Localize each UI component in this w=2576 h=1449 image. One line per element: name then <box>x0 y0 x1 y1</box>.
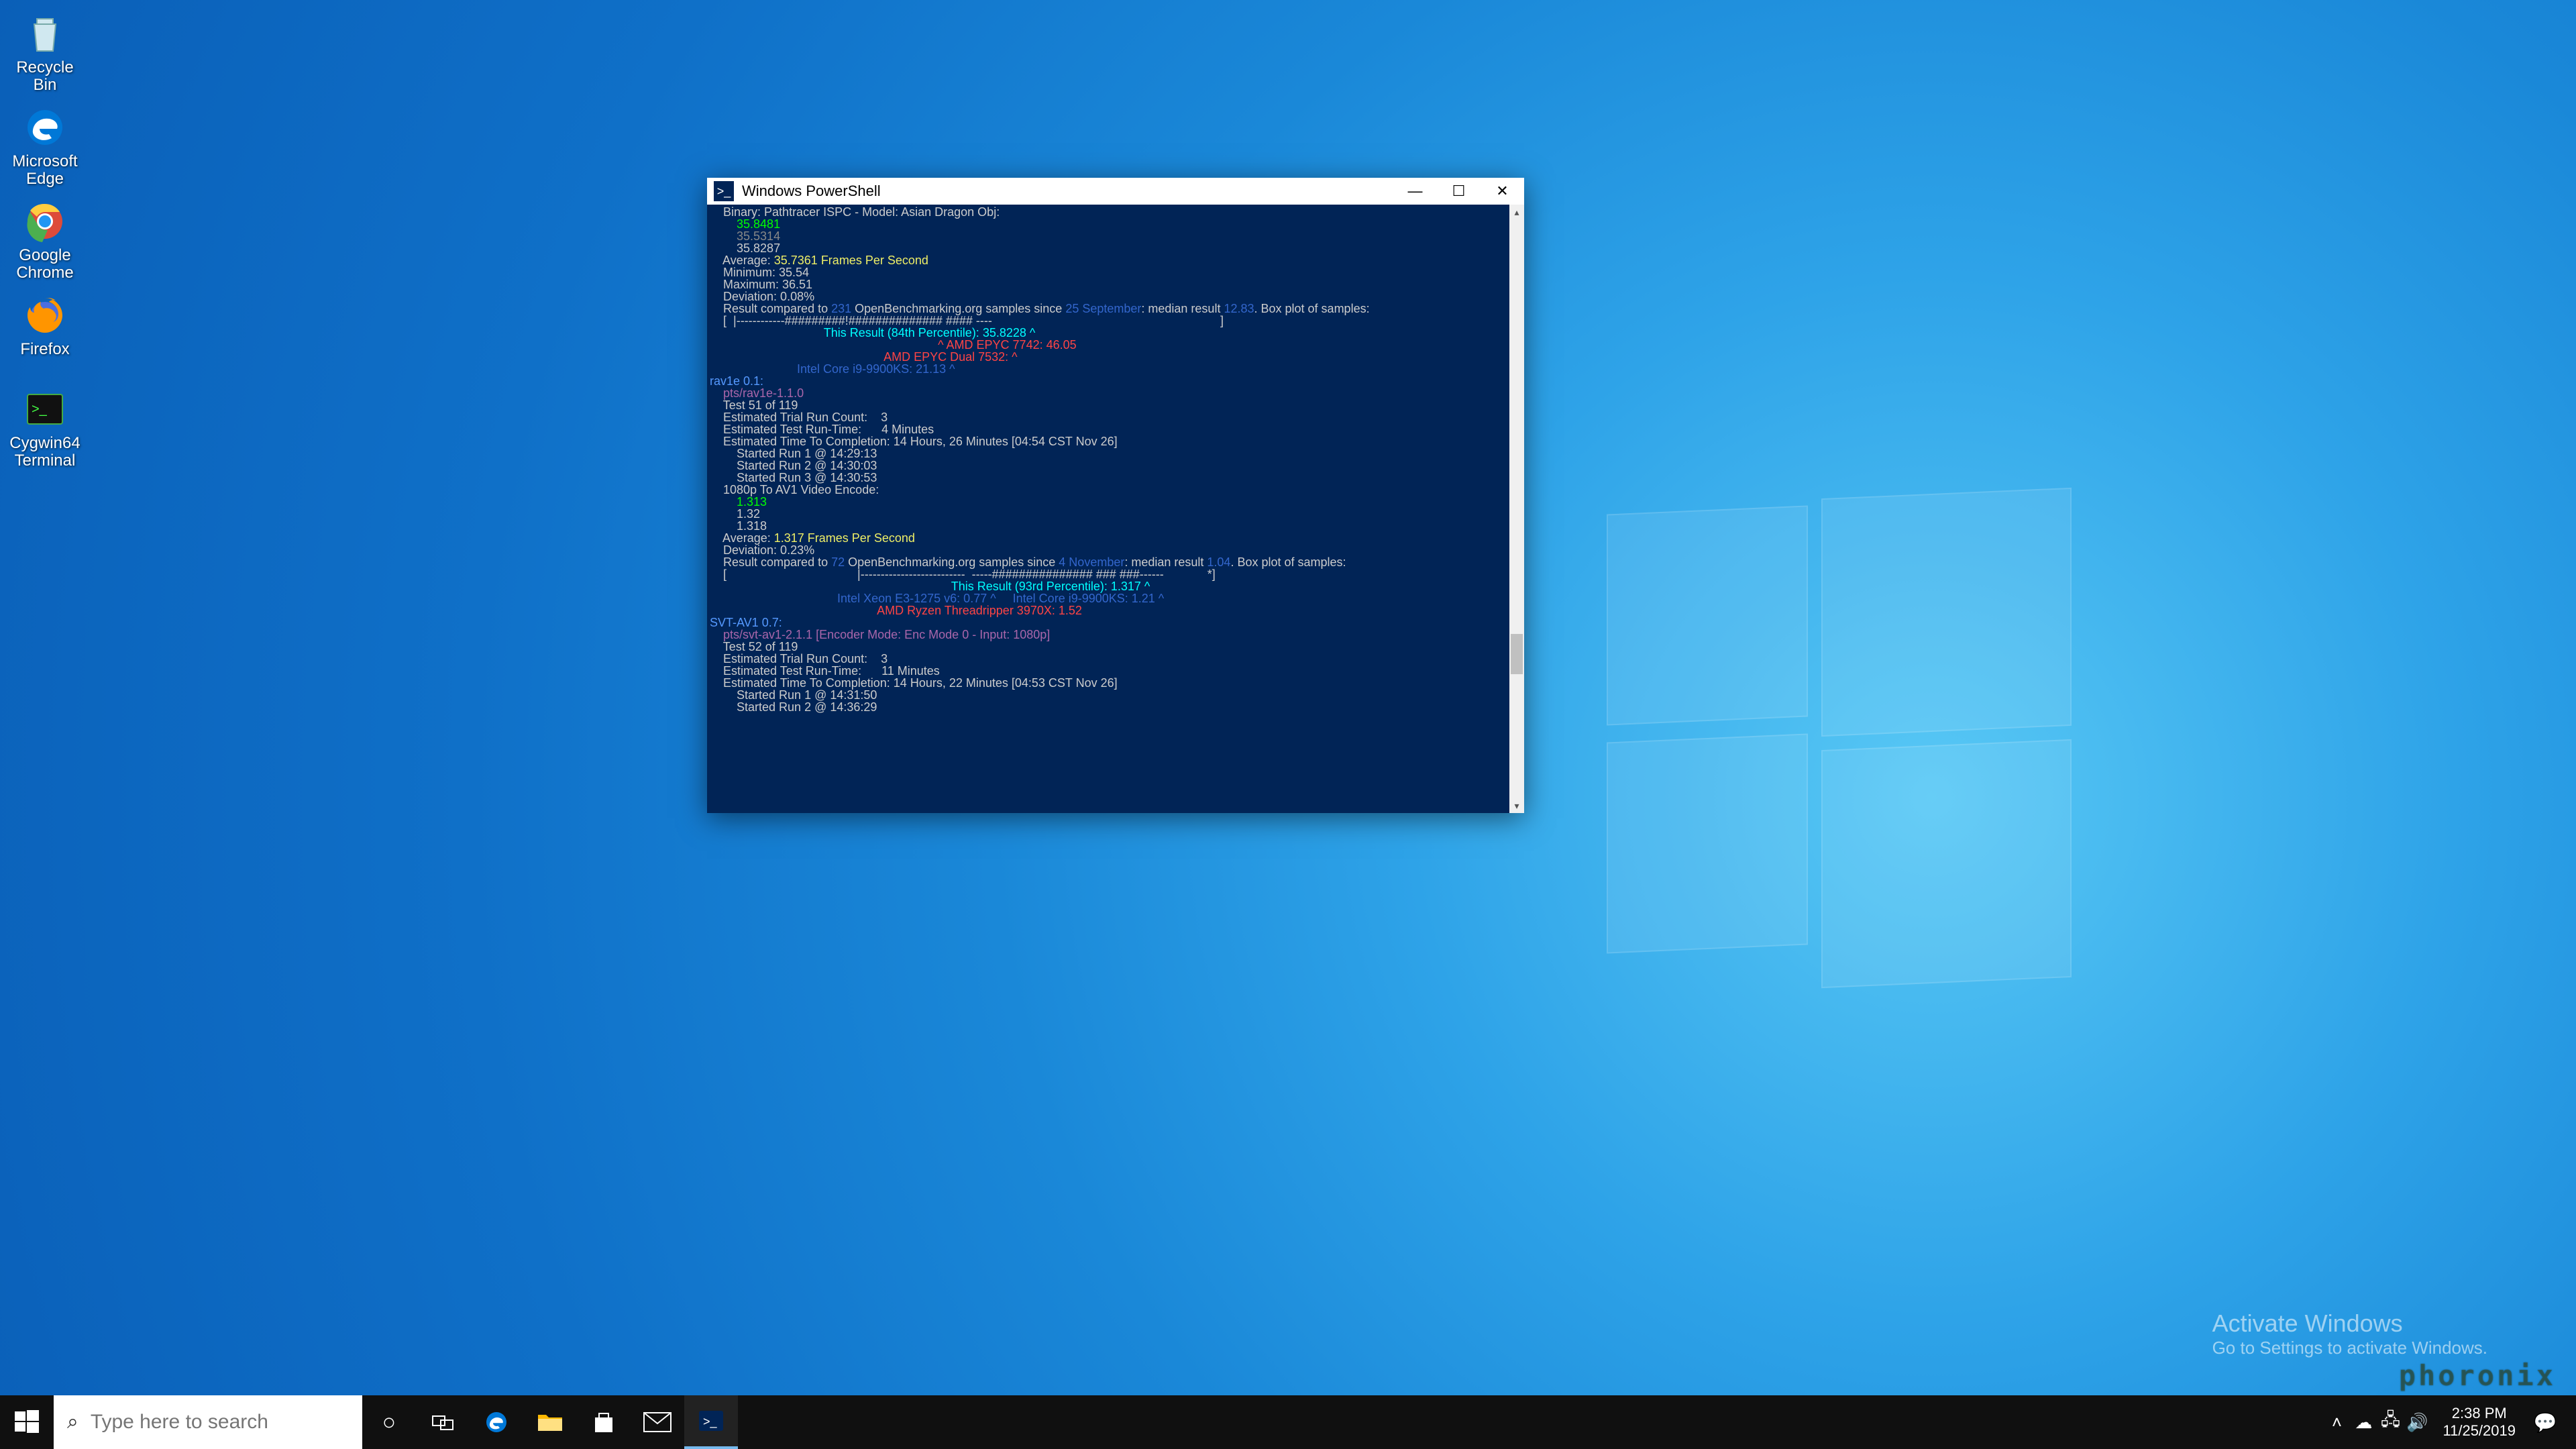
desktop-icon-label: Cygwin64 Terminal <box>5 435 85 470</box>
taskbar-app-edge[interactable] <box>470 1395 523 1449</box>
taskbar-app-mail[interactable] <box>631 1395 684 1449</box>
scrollbar[interactable]: ▴ ▾ <box>1509 205 1524 813</box>
powershell-icon: >_ <box>714 181 734 201</box>
desktop-icon-firefox[interactable]: Firefox <box>1 287 89 381</box>
windows-start-icon <box>15 1410 39 1434</box>
close-button[interactable]: ✕ <box>1481 178 1524 205</box>
desktop-icon-cygwin[interactable]: >_ Cygwin64 Terminal <box>1 381 89 475</box>
tray-onedrive-icon[interactable]: ☁ <box>2351 1395 2377 1449</box>
svg-text:>_: >_ <box>703 1415 718 1429</box>
desktop-icon-label: Firefox <box>20 341 69 358</box>
taskbar-app-powershell[interactable]: >_ <box>684 1395 738 1449</box>
desktop-icon-label: Google Chrome <box>5 247 85 282</box>
taskbar: ⌕ ○ >_ ˄ ☁ 🖧 🔊 2:38 PM 11/25/2019 💬 <box>0 1395 2576 1449</box>
phoronix-watermark: phoronix <box>2399 1359 2556 1392</box>
taskbar-app-explorer[interactable] <box>523 1395 577 1449</box>
cortana-button[interactable]: ○ <box>362 1395 416 1449</box>
minimize-button[interactable]: — <box>1393 178 1437 205</box>
search-icon: ⌕ <box>67 1411 78 1434</box>
activate-subtext: Go to Settings to activate Windows. <box>2212 1338 2487 1358</box>
clock-date: 11/25/2019 <box>2443 1422 2516 1440</box>
terminal-icon: >_ <box>22 386 68 432</box>
desktop-icon-chrome[interactable]: Google Chrome <box>1 193 89 287</box>
clock-time: 2:38 PM <box>2443 1405 2516 1422</box>
desktop-icon-edge[interactable]: Microsoft Edge <box>1 99 89 193</box>
desktop-icon-label: Microsoft Edge <box>5 153 85 189</box>
action-center-button[interactable]: 💬 <box>2528 1411 2563 1434</box>
scroll-down-button[interactable]: ▾ <box>1509 798 1524 813</box>
desktop-icons: Recycle Bin Microsoft Edge Google Chrome… <box>1 5 89 475</box>
terminal-output[interactable]: Binary: Pathtracer ISPC - Model: Asian D… <box>707 205 1509 813</box>
recycle-bin-icon <box>22 11 68 56</box>
scroll-up-button[interactable]: ▴ <box>1509 205 1524 219</box>
scrollbar-thumb[interactable] <box>1511 634 1523 674</box>
task-view-button[interactable] <box>416 1395 470 1449</box>
svg-text:>_: >_ <box>32 402 48 417</box>
tray-volume-icon[interactable]: 🔊 <box>2404 1395 2431 1449</box>
activate-heading: Activate Windows <box>2212 1309 2487 1338</box>
desktop-icon-label: Recycle Bin <box>5 59 85 95</box>
maximize-button[interactable]: ☐ <box>1437 178 1481 205</box>
taskbar-search[interactable]: ⌕ <box>54 1395 362 1449</box>
powershell-window: >_ Windows PowerShell — ☐ ✕ Binary: Path… <box>707 178 1524 813</box>
wallpaper-windows-logo <box>1607 493 2072 958</box>
window-titlebar[interactable]: >_ Windows PowerShell — ☐ ✕ <box>707 178 1524 205</box>
firefox-icon <box>22 292 68 338</box>
edge-icon <box>22 105 68 150</box>
tray-chevron-icon[interactable]: ˄ <box>2324 1395 2351 1449</box>
tray-network-icon[interactable]: 🖧 <box>2377 1395 2404 1449</box>
window-title: Windows PowerShell <box>742 182 1393 200</box>
activate-windows-watermark: Activate Windows Go to Settings to activ… <box>2212 1309 2487 1358</box>
taskbar-app-store[interactable] <box>577 1395 631 1449</box>
desktop-icon-recycle-bin[interactable]: Recycle Bin <box>1 5 89 99</box>
system-tray: ˄ ☁ 🖧 🔊 2:38 PM 11/25/2019 💬 <box>2324 1395 2576 1449</box>
start-button[interactable] <box>0 1395 54 1449</box>
chrome-icon <box>22 199 68 244</box>
taskbar-clock[interactable]: 2:38 PM 11/25/2019 <box>2431 1405 2528 1440</box>
search-input[interactable] <box>91 1411 350 1434</box>
